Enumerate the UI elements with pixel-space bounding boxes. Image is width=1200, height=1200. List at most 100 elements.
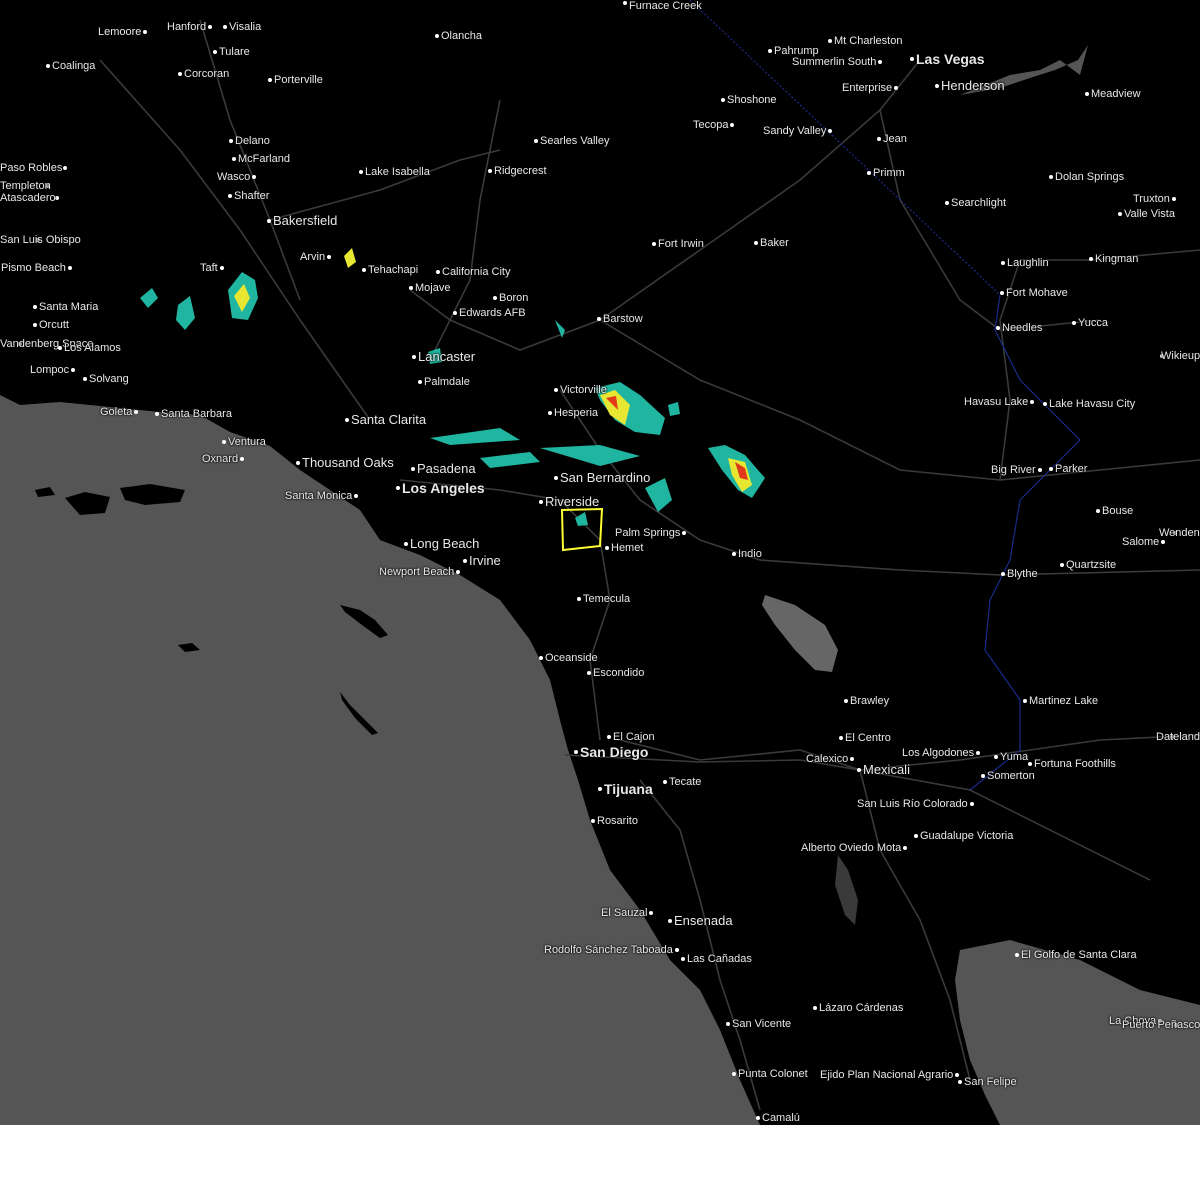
city-marker — [663, 780, 667, 784]
city-label: Fortuna Foothills — [1034, 758, 1116, 770]
city-label: Wenden — [1159, 527, 1200, 539]
city-label: Los Alamos — [64, 342, 121, 354]
city-marker — [228, 194, 232, 198]
city-label: Visalia — [229, 21, 262, 33]
city-label: Shoshone — [727, 94, 777, 106]
city-label: Goleta — [100, 406, 133, 418]
city-marker — [1038, 468, 1042, 472]
city-label: Pismo Beach — [1, 262, 66, 274]
city-marker — [178, 72, 182, 76]
city-label: Rodolfo Sánchez Taboada — [544, 944, 673, 956]
city-marker — [903, 846, 907, 850]
city-marker — [623, 1, 627, 5]
city-label: Taft — [200, 262, 218, 274]
city-marker — [878, 60, 882, 64]
city-marker — [240, 457, 244, 461]
city-label: Furnace Creek — [629, 0, 702, 12]
city-marker — [404, 542, 408, 546]
city-label: Olancha — [441, 30, 482, 42]
city-label: Salome — [1122, 536, 1160, 548]
city-label: El Golfo de Santa Clara — [1021, 949, 1137, 961]
city-label: Santa Barbara — [161, 408, 232, 420]
city-label: Jean — [883, 133, 907, 145]
city-label: Oxnard — [202, 453, 239, 465]
city-marker — [268, 78, 272, 82]
city-marker — [296, 461, 300, 465]
city-label: Havasu Lake — [964, 396, 1029, 408]
city-label: Long Beach — [410, 536, 480, 551]
city-label: Needles — [1002, 322, 1043, 334]
city-marker — [229, 139, 233, 143]
city-marker — [436, 270, 440, 274]
city-marker — [597, 317, 601, 321]
city-marker — [1085, 92, 1089, 96]
city-marker — [828, 39, 832, 43]
city-marker — [598, 787, 602, 791]
city-label: Mojave — [415, 282, 451, 294]
city-label: Oceanside — [545, 652, 598, 664]
city-marker — [222, 440, 226, 444]
city-marker — [213, 50, 217, 54]
city-label: San Vicente — [732, 1018, 792, 1030]
city-marker — [587, 671, 591, 675]
city-marker — [1000, 291, 1004, 295]
city-label: Henderson — [941, 78, 1005, 93]
city-label: San Bernardino — [560, 470, 651, 485]
city-marker — [68, 266, 72, 270]
city-marker — [877, 137, 881, 141]
city-label: Parker — [1055, 463, 1088, 475]
city-label: Indio — [738, 548, 762, 560]
city-marker — [539, 500, 543, 504]
city-marker — [1172, 197, 1176, 201]
city-marker — [463, 559, 467, 563]
city-marker — [945, 201, 949, 205]
city-marker — [345, 418, 349, 422]
city-label: Somerton — [987, 770, 1035, 782]
city-marker — [1060, 563, 1064, 567]
city-label: San Luis Río Colorado — [857, 798, 968, 810]
city-label: Palmdale — [424, 376, 470, 388]
city-marker — [155, 412, 159, 416]
city-marker — [435, 34, 439, 38]
city-label: San Luis Obispo — [0, 234, 81, 246]
city-label: Summerlin South — [792, 56, 877, 68]
city-marker — [955, 1073, 959, 1077]
city-label: Wikieup — [1161, 350, 1200, 362]
city-marker — [844, 699, 848, 703]
city-marker — [71, 368, 75, 372]
city-marker — [223, 25, 227, 29]
map-base-layer — [0, 0, 1200, 1125]
city-label: Martinez Lake — [1029, 695, 1099, 707]
city-label: Yuma — [1000, 751, 1029, 763]
city-label: Escondido — [593, 667, 645, 679]
city-marker — [1049, 175, 1053, 179]
city-marker — [456, 570, 460, 574]
city-marker — [453, 311, 457, 315]
radar-map[interactable]: Lemoore Hanford Visalia Olancha Coalinga Tula… — [0, 0, 1200, 1125]
city-label: Orcutt — [39, 319, 69, 331]
city-label: Atascadero — [0, 192, 56, 204]
city-label: Searchlight — [951, 197, 1007, 209]
city-label: Primm — [873, 167, 905, 179]
city-label: Tulare — [219, 46, 250, 58]
city-label: Hemet — [611, 542, 644, 554]
city-marker — [143, 30, 147, 34]
city-label: Bakersfield — [273, 213, 338, 228]
gulf-of-california — [955, 940, 1200, 1125]
city-marker — [1043, 402, 1047, 406]
city-label: Santa Clarita — [351, 412, 427, 427]
city-label: Ejido Plan Nacional Agrario — [820, 1069, 954, 1081]
colorado-river-border — [969, 294, 1081, 791]
laguna-salada — [835, 855, 858, 925]
city-marker — [839, 736, 843, 740]
city-marker — [1072, 321, 1076, 325]
city-label: Lemoore — [98, 26, 142, 38]
city-marker — [418, 380, 422, 384]
city-marker — [994, 755, 998, 759]
city-label: San Felipe — [964, 1076, 1017, 1088]
city-marker — [981, 774, 985, 778]
city-marker — [58, 346, 62, 350]
city-label: Irvine — [469, 553, 501, 568]
city-marker — [83, 377, 87, 381]
city-label: Newport Beach — [379, 566, 455, 578]
